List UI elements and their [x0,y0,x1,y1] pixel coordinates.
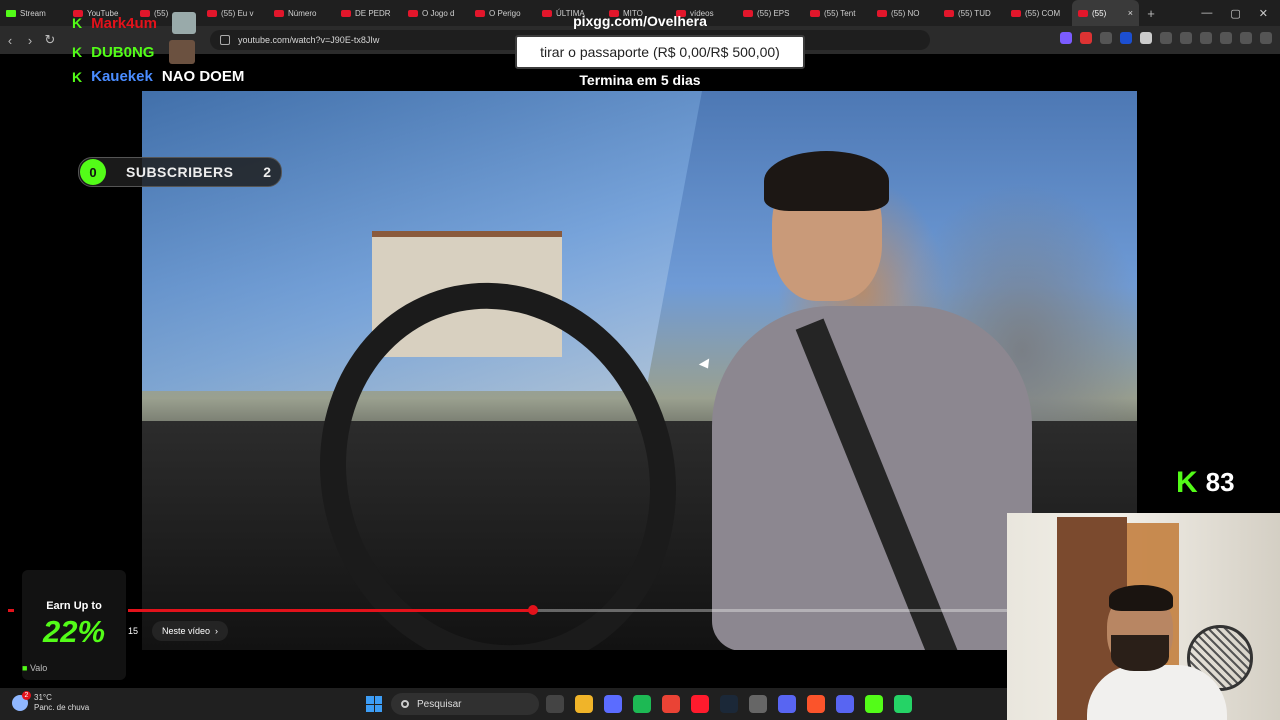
earn-title: Earn Up to [46,600,102,612]
pix-link: pixgg.com/Ovelhera [573,13,707,29]
subscriber-goal-bar: 0 SUBSCRIBERS 2 [78,157,282,187]
notification-badge: 2 [22,691,31,700]
extensions-toolbar [1060,32,1272,44]
brave-icon[interactable] [807,695,825,713]
discord-icon[interactable] [836,695,854,713]
streamer [1087,585,1227,720]
subscriber-current: 0 [80,159,106,185]
chapter-button[interactable]: Neste vídeo › [152,621,229,641]
back-button[interactable]: ‹ [0,33,20,48]
video-player[interactable] [142,91,1137,650]
play-icon[interactable] [865,695,883,713]
taskbar-search[interactable]: Pesquisar [391,693,539,715]
weather-widget[interactable]: 2 31°C Panc. de chuva [12,691,90,713]
url-text: youtube.com/watch?v=J90E-tx8JIw [238,35,380,45]
arrow-icon[interactable] [778,695,796,713]
start-button[interactable] [366,696,382,712]
menu-icon[interactable] [1260,32,1272,44]
chat-username: DUB0NG [91,43,155,61]
shield-icon[interactable] [1240,32,1252,44]
weather-temp: 31°C [34,693,52,702]
extension-icon[interactable] [1140,32,1152,44]
video-progress-fill [128,609,533,612]
file-explorer-icon[interactable] [575,695,593,713]
donation-goal: tirar o passaporte (R$ 0,00/R$ 500,00) [515,35,805,69]
sidebar-icon[interactable] [1200,32,1212,44]
chat-message: K DUB0NG [72,40,196,64]
extension-icon[interactable] [1120,32,1132,44]
kick-badge-icon: K [72,44,83,60]
earn-brand: ■ Valo [22,663,47,673]
search-icon [401,700,409,708]
subscriber-goal: 2 [263,164,271,180]
app-icon[interactable] [749,695,767,713]
opera-icon[interactable] [691,695,709,713]
steam-icon[interactable] [720,695,738,713]
kick-logo-icon: K [1176,465,1198,499]
earn-ad-widget[interactable]: Earn Up to 22% ■ Valo [22,570,126,680]
viewer-count-value: 83 [1205,467,1235,497]
forward-button[interactable]: › [20,33,40,48]
media-icon[interactable] [1180,32,1192,44]
taskview-icon[interactable] [546,695,564,713]
weather-icon: 2 [12,691,31,711]
webcam-overlay [1007,513,1280,720]
viewer-count: K 83 [1176,467,1235,498]
earn-brand-label: Valo [29,663,48,673]
brand-icon: ■ [22,663,28,673]
avatar [169,40,196,64]
spotify-icon[interactable] [633,695,651,713]
extension-icon[interactable] [1100,32,1112,44]
reload-button[interactable]: ↻ [40,32,60,48]
video-time: 15 [128,626,139,636]
weather-desc: Panc. de chuva [34,703,90,712]
extension-icon[interactable] [1060,32,1072,44]
video-progress-handle[interactable] [527,605,538,615]
subscriber-label: SUBSCRIBERS [126,164,234,180]
earn-percent: 22% [42,614,106,649]
video-progress-bar[interactable] [128,605,1008,615]
site-info-icon[interactable] [220,35,230,45]
search-placeholder: Pesquisar [417,698,462,710]
video-driver [712,131,1032,650]
chevron-right-icon: › [215,626,219,636]
goal-deadline: Termina em 5 dias [579,72,701,88]
whatsapp-icon[interactable] [894,695,912,713]
chrome-icon[interactable] [662,695,680,713]
chapter-label: Neste vídeo [162,626,211,636]
progress-marker [8,609,14,612]
extension-icon[interactable] [1080,32,1092,44]
wallet-icon[interactable] [1220,32,1232,44]
windows-taskbar: 2 31°C Panc. de chuva Pesquisar [0,688,1007,720]
taskbar-pinned-apps [546,695,912,713]
apps-icon[interactable] [604,695,622,713]
puzzle-icon[interactable] [1160,32,1172,44]
